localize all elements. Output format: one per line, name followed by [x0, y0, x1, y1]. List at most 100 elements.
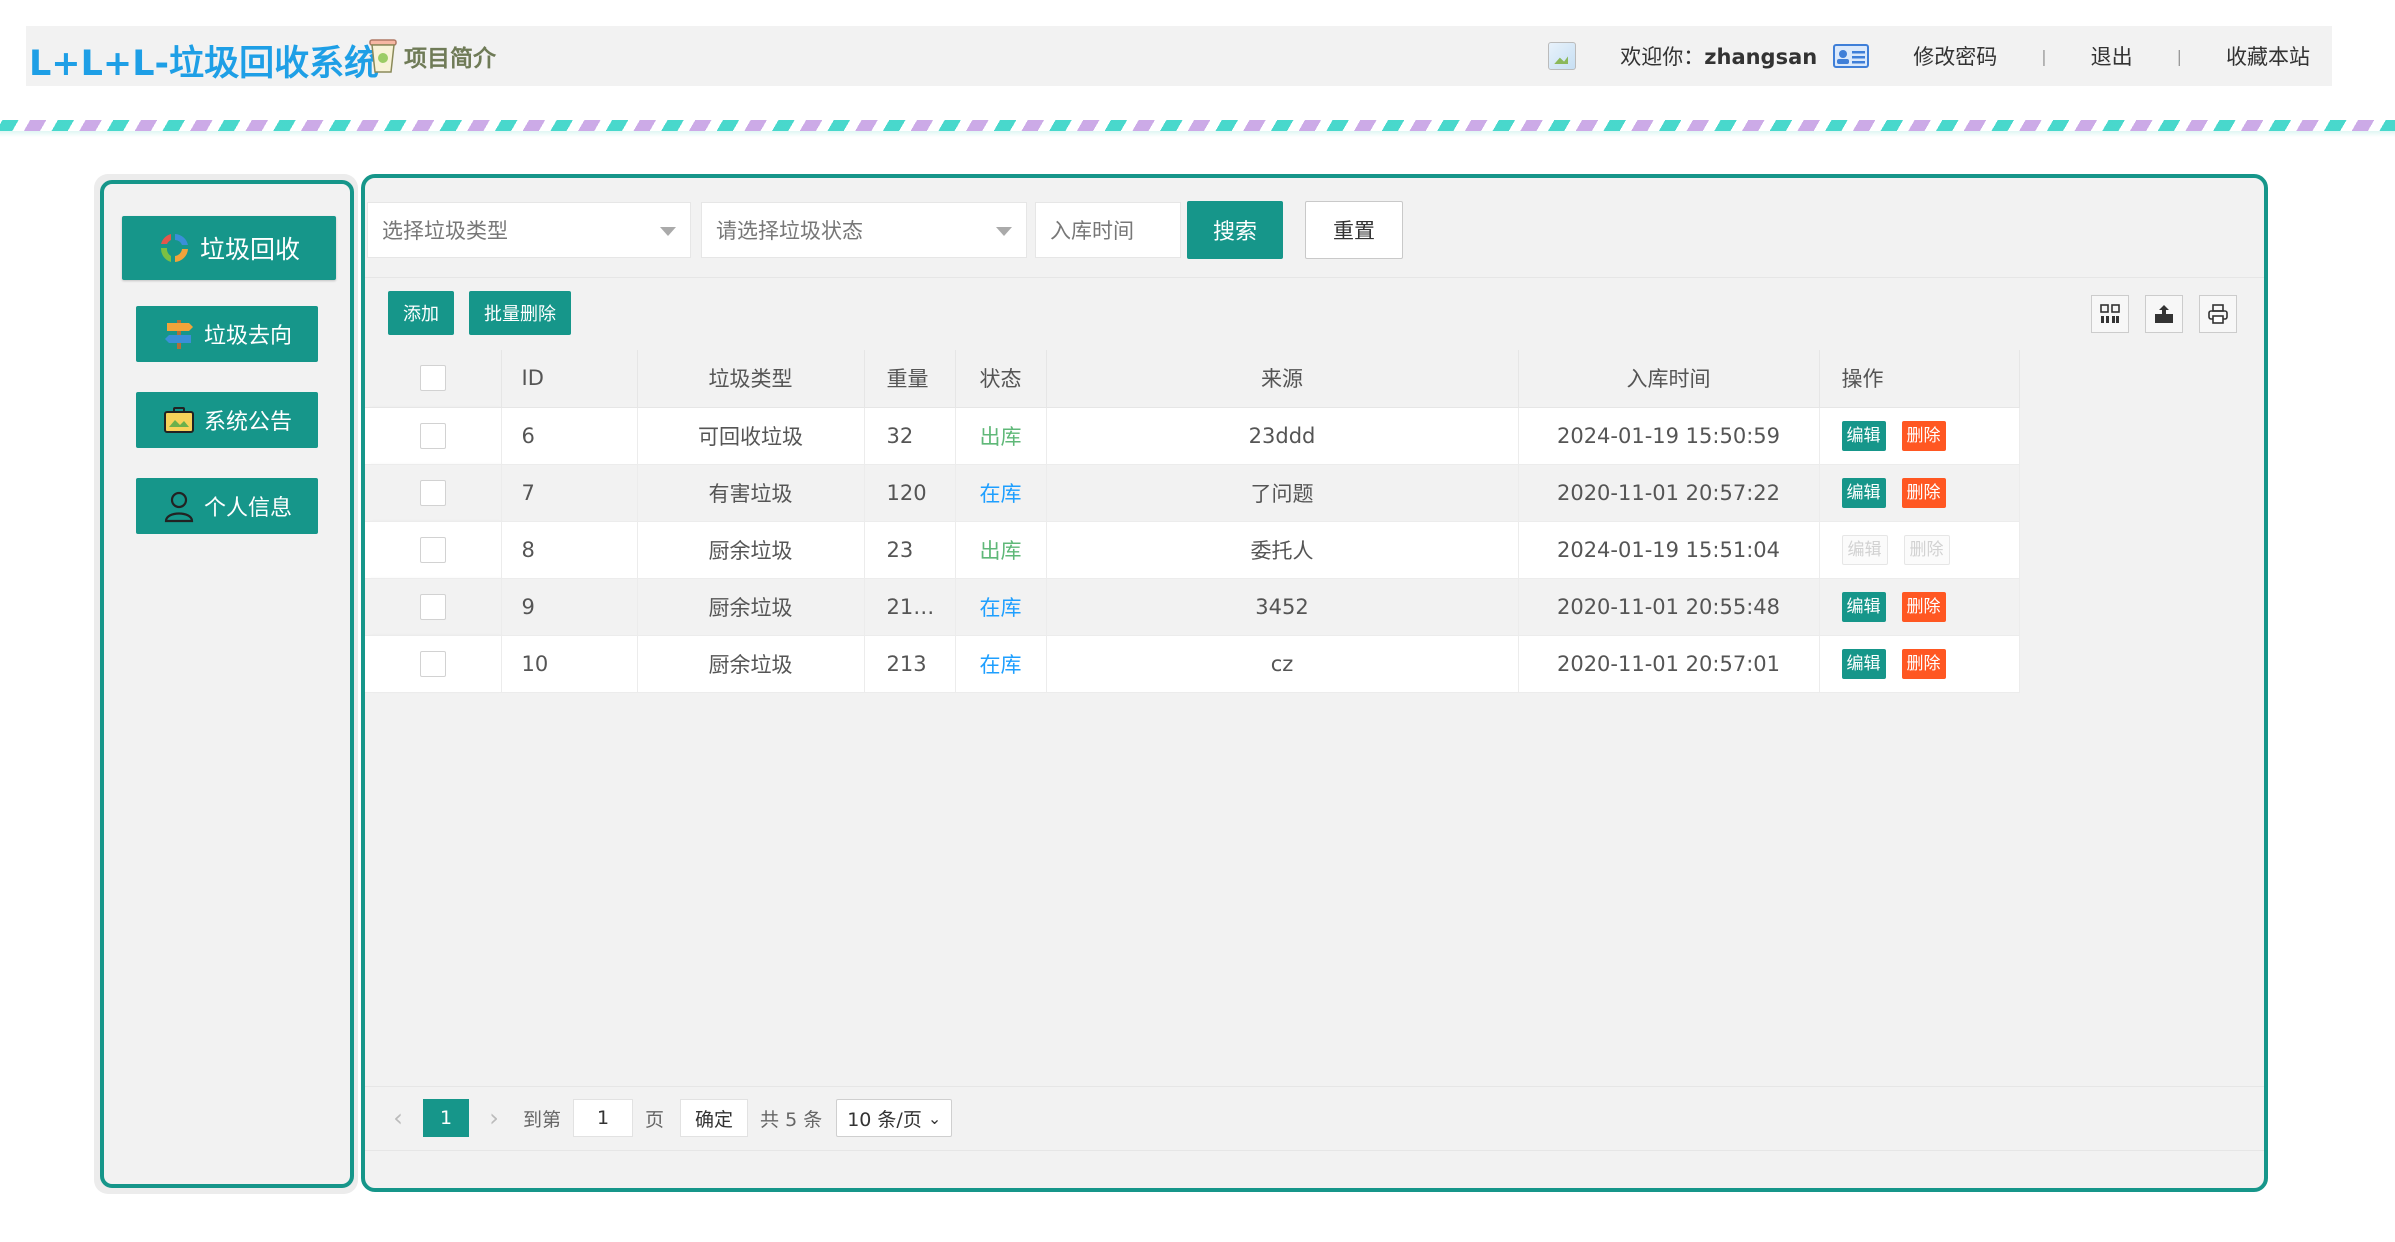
table-row: 7 有害垃圾 120 在库 了问题 2020-11-01 20:57:22 编辑…: [365, 464, 2020, 522]
columns-filter-button[interactable]: [2091, 295, 2129, 333]
cell-status: 出库: [955, 521, 1047, 579]
print-button[interactable]: [2199, 295, 2237, 333]
bookmark-link[interactable]: 收藏本站: [2226, 41, 2310, 71]
project-intro-label: 项目简介: [404, 46, 496, 72]
delete-button[interactable]: 删除: [1901, 591, 1946, 622]
prev-page-icon[interactable]: ‹: [383, 1104, 413, 1132]
cell-id: 7: [501, 464, 638, 522]
app-title: L+L+L-垃圾回收系统: [29, 44, 380, 84]
garbage-type-select[interactable]: 选择垃圾类型: [367, 202, 691, 258]
table-toolbar: 添加 批量删除: [365, 279, 2264, 351]
cell-weight: 21…: [864, 578, 956, 636]
row-select-cell: [365, 407, 502, 465]
filter-bar: 选择垃圾类型 请选择垃圾状态 入库时间 搜索 重置: [365, 178, 2264, 278]
goto-suffix: 页: [645, 1108, 665, 1131]
edit-button-disabled: 编辑: [1841, 534, 1888, 565]
goto-prefix: 到第: [523, 1108, 562, 1131]
export-button[interactable]: [2145, 295, 2183, 333]
next-page-icon[interactable]: ›: [479, 1104, 509, 1132]
select-all-checkbox[interactable]: [419, 365, 446, 392]
change-password-link[interactable]: 修改密码: [1913, 41, 1997, 71]
export-icon: [2155, 305, 2173, 323]
chevron-down-icon: [660, 227, 676, 236]
storage-time-placeholder: 入库时间: [1050, 219, 1134, 243]
sidebar-item-announcements[interactable]: 系统公告: [136, 392, 318, 448]
print-icon: [2208, 304, 2228, 324]
column-header-time[interactable]: 入库时间: [1518, 350, 1820, 408]
edit-button[interactable]: 编辑: [1841, 648, 1886, 679]
goto-confirm-button[interactable]: 确定: [680, 1099, 749, 1137]
project-intro-link[interactable]: 项目简介: [366, 37, 496, 75]
garbage-status-select[interactable]: 请选择垃圾状态: [701, 202, 1027, 258]
column-header-id[interactable]: ID: [501, 350, 638, 408]
cell-status: 在库: [955, 578, 1047, 636]
column-header-source[interactable]: 来源: [1046, 350, 1519, 408]
cell-weight: 213: [864, 635, 956, 693]
storage-time-input[interactable]: 入库时间: [1035, 202, 1181, 258]
sidebar-item-label: 系统公告: [203, 410, 292, 435]
row-checkbox[interactable]: [419, 479, 446, 506]
current-page[interactable]: 1: [423, 1099, 469, 1137]
avatar[interactable]: [1548, 42, 1577, 70]
delete-button[interactable]: 删除: [1901, 477, 1946, 508]
add-button[interactable]: 添加: [388, 291, 454, 335]
table-row: 10 厨余垃圾 213 在库 cz 2020-11-01 20:57:01 编辑…: [365, 635, 2020, 693]
cell-actions: 编辑 删除: [1819, 578, 2020, 636]
row-select-cell: [365, 635, 502, 693]
row-checkbox[interactable]: [419, 593, 446, 620]
cell-type: 厨余垃圾: [637, 635, 865, 693]
cell-weight: 120: [864, 464, 956, 522]
cell-status: 出库: [955, 407, 1047, 465]
search-button[interactable]: 搜索: [1187, 201, 1283, 259]
cell-type: 有害垃圾: [637, 464, 865, 522]
row-select-cell: [365, 464, 502, 522]
pagination-divider: [365, 1086, 2264, 1087]
sidebar-item-garbage-destination[interactable]: 垃圾去向: [136, 306, 318, 362]
cell-actions: 编辑 删除: [1819, 521, 2020, 579]
logout-link[interactable]: 退出: [2091, 41, 2133, 71]
reset-button[interactable]: 重置: [1305, 201, 1403, 259]
cell-weight: 23: [864, 521, 956, 579]
column-header-status[interactable]: 状态: [955, 350, 1047, 408]
sidebar-item-garbage-recycle[interactable]: 垃圾回收: [122, 216, 336, 280]
cell-time: 2020-11-01 20:57:01: [1518, 635, 1820, 693]
cell-type: 厨余垃圾: [637, 521, 865, 579]
sidebar-item-profile[interactable]: 个人信息: [136, 478, 318, 534]
row-checkbox[interactable]: [419, 422, 446, 449]
columns-icon: [2100, 304, 2120, 323]
cell-id: 10: [501, 635, 638, 693]
edit-button[interactable]: 编辑: [1841, 477, 1886, 508]
column-header-actions: 操作: [1819, 350, 2020, 408]
cell-source: 了问题: [1046, 464, 1519, 522]
briefcase-icon: [163, 407, 194, 433]
edit-button[interactable]: 编辑: [1841, 591, 1886, 622]
cell-time: 2020-11-01 20:57:22: [1518, 464, 1820, 522]
sidebar-item-label: 个人信息: [203, 496, 292, 521]
cell-source: 委托人: [1046, 521, 1519, 579]
cell-actions: 编辑 删除: [1819, 635, 2020, 693]
row-select-cell: [365, 578, 502, 636]
header-separator: |: [2176, 46, 2182, 66]
column-header-weight[interactable]: 重量: [864, 350, 956, 408]
sidebar-item-label: 垃圾回收: [199, 235, 300, 264]
edit-button[interactable]: 编辑: [1841, 420, 1886, 451]
delete-button[interactable]: 删除: [1901, 648, 1946, 679]
cell-status: 在库: [955, 464, 1047, 522]
table-row: 8 厨余垃圾 23 出库 委托人 2024-01-19 15:51:04 编辑删…: [365, 521, 2020, 579]
cell-time: 2020-11-01 20:55:48: [1518, 578, 1820, 636]
page-size-select[interactable]: 10 条/页 ⌄: [836, 1099, 953, 1137]
welcome-text: 欢迎你：zhangsan: [1620, 41, 1817, 71]
cell-status: 在库: [955, 635, 1047, 693]
pagination-bottom-divider: [365, 1150, 2264, 1151]
row-checkbox[interactable]: [419, 650, 446, 677]
goto-page-input[interactable]: 1: [573, 1099, 634, 1137]
cell-weight: 32: [864, 407, 956, 465]
column-header-type[interactable]: 垃圾类型: [637, 350, 865, 408]
cell-time: 2024-01-19 15:50:59: [1518, 407, 1820, 465]
row-checkbox[interactable]: [419, 536, 446, 563]
row-select-cell: [365, 521, 502, 579]
delete-button[interactable]: 删除: [1901, 420, 1946, 451]
batch-delete-button[interactable]: 批量删除: [469, 291, 571, 335]
cell-source: cz: [1046, 635, 1519, 693]
table-row: 9 厨余垃圾 21… 在库 3452 2020-11-01 20:55:48 编…: [365, 578, 2020, 636]
